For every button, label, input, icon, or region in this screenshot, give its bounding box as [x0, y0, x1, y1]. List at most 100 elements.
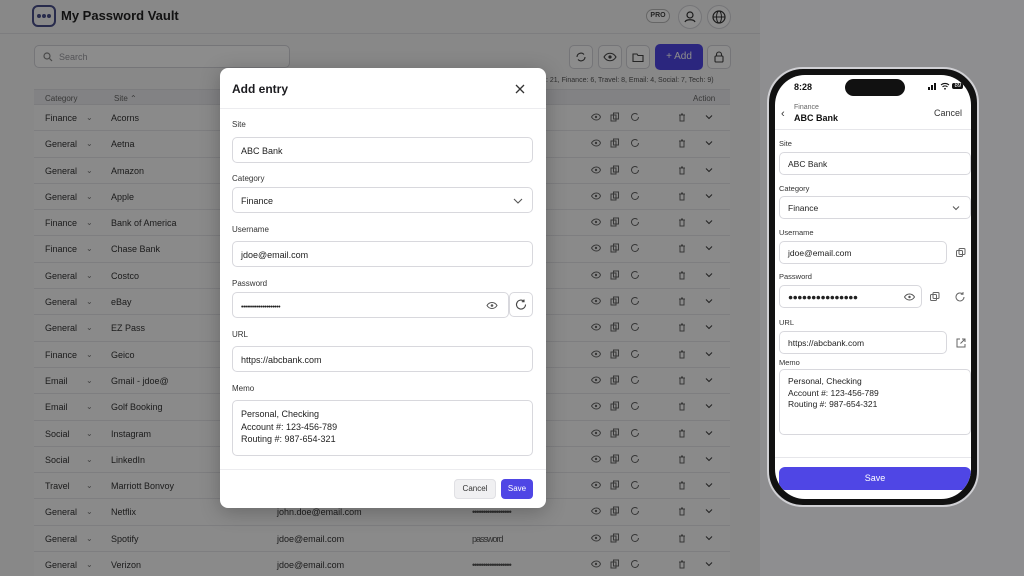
username-input[interactable]: jdoe@email.com	[232, 241, 533, 267]
eye-icon[interactable]	[590, 138, 602, 148]
trash-icon[interactable]	[677, 322, 687, 332]
chevron-down-icon[interactable]	[704, 375, 714, 385]
trash-icon[interactable]	[677, 165, 687, 175]
category-select[interactable]: Finance	[232, 187, 533, 213]
eye-icon[interactable]	[590, 112, 602, 122]
chevron-down-icon[interactable]	[704, 191, 714, 201]
eye-icon[interactable]	[590, 270, 602, 280]
eye-icon[interactable]	[590, 559, 602, 569]
lock-button[interactable]	[707, 45, 731, 69]
trash-icon[interactable]	[677, 270, 687, 280]
external-link-icon[interactable]	[955, 337, 967, 349]
phone-memo-textarea[interactable]: Personal, Checking Account #: 123-456-78…	[779, 369, 971, 435]
refresh-icon[interactable]	[630, 506, 640, 516]
search-input[interactable]: Search	[34, 45, 290, 68]
refresh-icon[interactable]	[630, 480, 640, 490]
row-category[interactable]: General	[45, 323, 77, 333]
row-category[interactable]: Email	[45, 376, 68, 386]
close-icon[interactable]	[513, 82, 527, 96]
row-category[interactable]: Email	[45, 402, 68, 412]
chevron-down-icon[interactable]: ⌄	[86, 271, 93, 280]
column-site[interactable]: Site ⌃	[114, 94, 137, 103]
chevron-down-icon[interactable]	[704, 270, 714, 280]
eye-icon[interactable]	[590, 375, 602, 385]
phone-url-input[interactable]: https://abcbank.com	[779, 331, 947, 354]
chevron-down-icon[interactable]: ⌄	[86, 297, 93, 306]
trash-icon[interactable]	[677, 480, 687, 490]
refresh-icon[interactable]	[630, 270, 640, 280]
phone-password-input[interactable]: ●●●●●●●●●●●●●●●	[779, 285, 922, 308]
memo-textarea[interactable]: Personal, Checking Account #: 123-456-78…	[232, 400, 533, 456]
copy-icon[interactable]	[610, 191, 620, 201]
eye-icon[interactable]	[590, 322, 602, 332]
eye-icon[interactable]	[590, 428, 602, 438]
phone-save-button[interactable]: Save	[779, 467, 971, 490]
trash-icon[interactable]	[677, 138, 687, 148]
chevron-down-icon[interactable]: ⌄	[86, 139, 93, 148]
refresh-icon[interactable]	[630, 375, 640, 385]
eye-icon[interactable]	[590, 296, 602, 306]
row-category[interactable]: Social	[45, 429, 70, 439]
language-button[interactable]	[707, 5, 731, 29]
copy-icon[interactable]	[610, 243, 620, 253]
chevron-down-icon[interactable]: ⌄	[86, 218, 93, 227]
eye-icon[interactable]	[590, 191, 602, 201]
copy-icon[interactable]	[610, 217, 620, 227]
row-category[interactable]: Social	[45, 455, 70, 465]
chevron-down-icon[interactable]	[704, 296, 714, 306]
cancel-button[interactable]: Cancel	[454, 479, 496, 499]
copy-icon[interactable]	[610, 270, 620, 280]
row-category[interactable]: Travel	[45, 481, 70, 491]
column-category[interactable]: Category	[45, 94, 77, 103]
copy-icon[interactable]	[610, 533, 620, 543]
chevron-down-icon[interactable]	[704, 349, 714, 359]
refresh-icon[interactable]	[630, 428, 640, 438]
row-category[interactable]: General	[45, 139, 77, 149]
chevron-down-icon[interactable]: ⌄	[86, 166, 93, 175]
chevron-down-icon[interactable]	[704, 217, 714, 227]
save-button[interactable]: Save	[501, 479, 533, 499]
refresh-icon[interactable]	[630, 533, 640, 543]
refresh-icon[interactable]	[630, 349, 640, 359]
trash-icon[interactable]	[677, 506, 687, 516]
chevron-down-icon[interactable]	[704, 322, 714, 332]
refresh-icon[interactable]	[630, 217, 640, 227]
row-category[interactable]: General	[45, 297, 77, 307]
phone-cancel-button[interactable]: Cancel	[934, 108, 962, 118]
chevron-down-icon[interactable]: ⌄	[86, 481, 93, 490]
chevron-down-icon[interactable]	[704, 138, 714, 148]
table-row[interactable]: General ⌄ Verizon jdoe@email.com •••••••••••…	[34, 552, 730, 576]
trash-icon[interactable]	[677, 533, 687, 543]
row-category[interactable]: General	[45, 507, 77, 517]
phone-username-input[interactable]: jdoe@email.com	[779, 241, 947, 264]
eye-icon[interactable]	[590, 349, 602, 359]
password-input[interactable]: ••••••••••••••••••••	[232, 292, 509, 318]
open-folder-button[interactable]	[626, 45, 650, 69]
copy-icon[interactable]	[610, 296, 620, 306]
trash-icon[interactable]	[677, 296, 687, 306]
eye-icon[interactable]	[590, 533, 602, 543]
eye-icon[interactable]	[590, 165, 602, 175]
trash-icon[interactable]	[677, 454, 687, 464]
refresh-icon[interactable]	[630, 191, 640, 201]
chevron-down-icon[interactable]: ⌄	[86, 455, 93, 464]
refresh-icon[interactable]	[630, 243, 640, 253]
eye-icon[interactable]	[904, 293, 915, 301]
eye-icon[interactable]	[590, 243, 602, 253]
refresh-icon[interactable]	[630, 138, 640, 148]
copy-icon[interactable]	[610, 165, 620, 175]
chevron-down-icon[interactable]	[704, 401, 714, 411]
chevron-down-icon[interactable]: ⌄	[86, 350, 93, 359]
refresh-icon[interactable]	[630, 401, 640, 411]
trash-icon[interactable]	[677, 428, 687, 438]
row-category[interactable]: General	[45, 166, 77, 176]
row-category[interactable]: Finance	[45, 350, 77, 360]
refresh-icon[interactable]	[630, 559, 640, 569]
phone-category-select[interactable]: Finance	[779, 196, 971, 219]
chevron-down-icon[interactable]	[704, 480, 714, 490]
chevron-down-icon[interactable]: ⌄	[86, 429, 93, 438]
copy-icon[interactable]	[610, 112, 620, 122]
chevron-down-icon[interactable]: ⌄	[86, 244, 93, 253]
trash-icon[interactable]	[677, 559, 687, 569]
sync-button[interactable]	[569, 45, 593, 69]
